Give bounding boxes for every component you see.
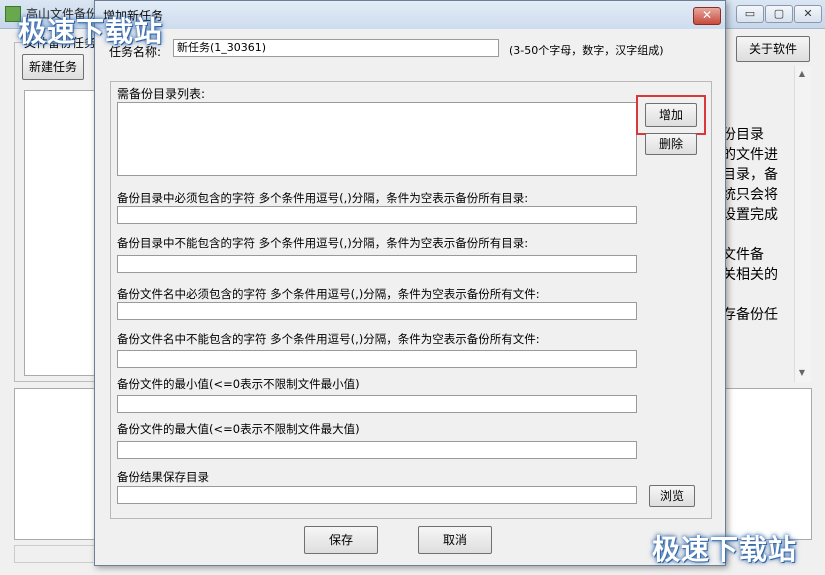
help-scrollbar[interactable] (794, 66, 811, 382)
dir-include-input[interactable] (117, 206, 637, 224)
field-label: 备份结果保存目录 (117, 470, 209, 484)
cancel-button[interactable]: 取消 (418, 526, 492, 554)
status-bar (14, 545, 98, 563)
output-dir-input[interactable] (117, 486, 637, 504)
help-text-line: 统只会将 (722, 187, 778, 203)
right-log-panel (722, 388, 812, 540)
watermark-bottom: 极速下载站 (652, 533, 798, 566)
scroll-down-icon[interactable]: ▼ (794, 366, 810, 380)
log-list[interactable] (14, 388, 98, 540)
minimize-button[interactable]: ▭ (736, 5, 764, 23)
browse-button[interactable]: 浏览 (649, 485, 695, 507)
task-name-hint: (3-50个字母，数字，汉字组成) (509, 44, 664, 57)
dir-listbox[interactable] (117, 102, 637, 176)
max-size-input[interactable] (117, 441, 637, 459)
min-size-input[interactable] (117, 395, 637, 413)
task-list[interactable] (24, 90, 96, 376)
field-label: 备份文件名中必须包含的字符 多个条件用逗号(,)分隔，条件为空表示备份所有文件: (117, 287, 540, 301)
file-exclude-input[interactable] (117, 350, 637, 368)
scroll-up-icon[interactable]: ▲ (794, 67, 810, 81)
watermark-top: 极速下载站 (18, 15, 164, 48)
new-task-button[interactable]: 新建任务 (22, 54, 84, 80)
dir-list-label: 需备份目录列表: (117, 87, 206, 101)
task-name-input[interactable]: 新任务(1_30361) (173, 39, 499, 57)
help-text-line: 文件备 (722, 247, 764, 263)
dialog-close-button[interactable]: ✕ (693, 7, 721, 25)
maximize-button[interactable]: ▢ (765, 5, 793, 23)
dir-exclude-input[interactable] (117, 255, 637, 273)
help-text-line: 的文件进 (722, 147, 778, 163)
about-button[interactable]: 关于软件 (736, 36, 810, 62)
help-text-line: 存备份任 (722, 307, 778, 323)
field-label: 备份文件的最大值(<=0表示不限制文件最大值) (117, 422, 360, 436)
add-button[interactable]: 增加 (645, 103, 697, 127)
add-task-dialog: 增加新任务 ✕ 任务名称: 新任务(1_30361) (3-50个字母，数字，汉… (94, 0, 726, 566)
help-text-line: 设置完成 (722, 207, 778, 223)
field-label: 备份文件名中不能包含的字符 多个条件用逗号(,)分隔，条件为空表示备份所有文件: (117, 332, 540, 346)
help-text-line: 目录，备 (722, 167, 778, 183)
field-label: 备份目录中不能包含的字符 多个条件用逗号(,)分隔，条件为空表示备份所有目录: (117, 236, 529, 250)
main-close-button[interactable]: ✕ (794, 5, 822, 23)
field-label: 备份目录中必须包含的字符 多个条件用逗号(,)分隔，条件为空表示备份所有目录: (117, 191, 529, 205)
save-button[interactable]: 保存 (304, 526, 378, 554)
delete-button[interactable]: 删除 (645, 133, 697, 155)
help-text-line: 份目录 (722, 127, 764, 143)
dialog-titlebar (95, 1, 725, 29)
field-label: 备份文件的最小值(<=0表示不限制文件最小值) (117, 377, 360, 391)
help-text-line: 关相关的 (722, 267, 778, 283)
file-include-input[interactable] (117, 302, 637, 320)
